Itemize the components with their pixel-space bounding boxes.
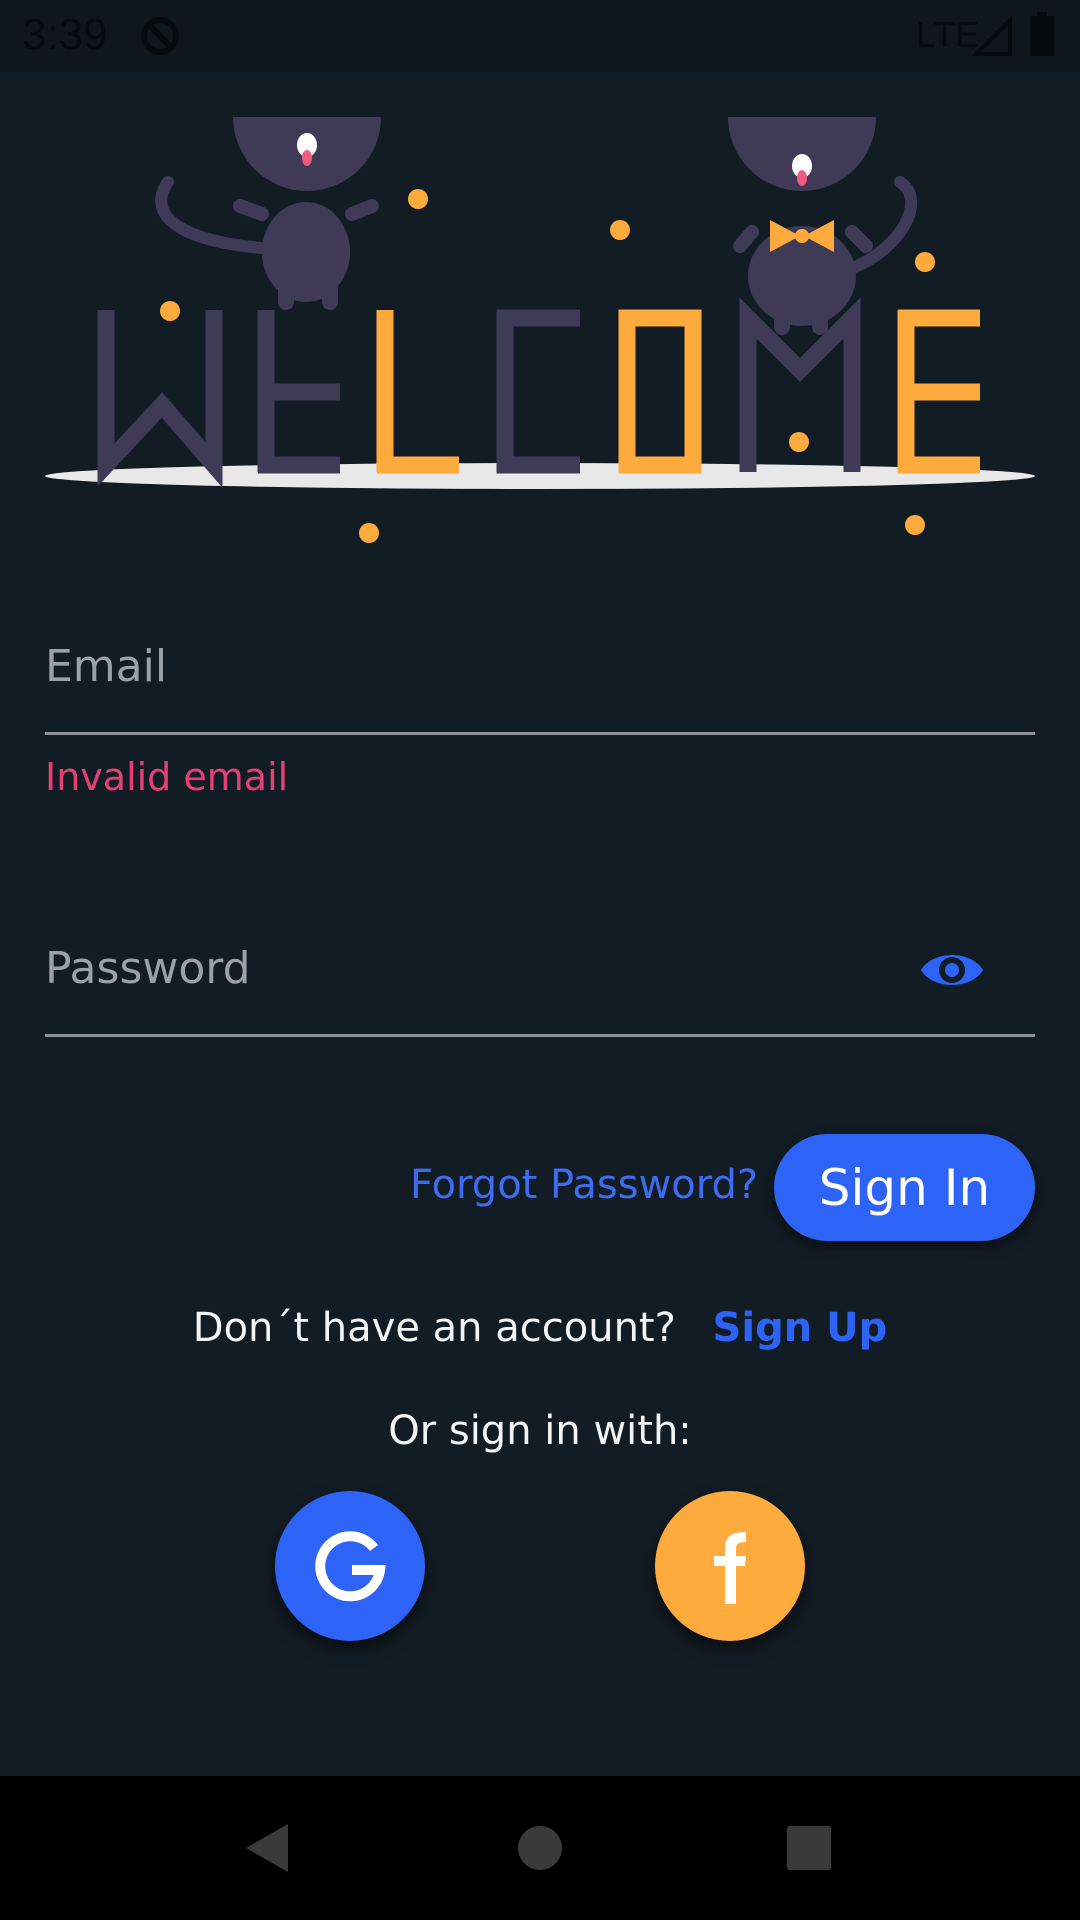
recents-icon[interactable]: [759, 1798, 859, 1898]
social-sign-in-label: Or sign in with:: [388, 1408, 692, 1454]
login-screen: 3:39 LTE Email Invalid email Forgot Pass…: [0, 0, 1080, 1920]
back-icon[interactable]: [218, 1798, 318, 1898]
email-error-message: Invalid email: [45, 755, 289, 799]
eye-icon[interactable]: [919, 942, 985, 998]
status-network: LTE: [916, 14, 980, 55]
google-sign-in-button[interactable]: [275, 1491, 425, 1641]
letter-e-dark: [257, 310, 340, 474]
password-input[interactable]: [45, 936, 925, 1000]
signal-icon: [972, 16, 1012, 56]
letter-o: [618, 309, 702, 474]
google-icon: [315, 1531, 386, 1602]
navigation-bar: [0, 1776, 1080, 1920]
sign-up-link[interactable]: Sign Up: [713, 1305, 888, 1351]
sign-in-button[interactable]: Sign In: [774, 1134, 1035, 1241]
forgot-password-link[interactable]: Forgot Password?: [410, 1162, 758, 1208]
password-field: [45, 924, 1035, 1037]
left-cat-figure: [155, 117, 381, 310]
right-cat-figure: [728, 117, 918, 335]
letter-w: [97, 310, 223, 488]
letter-e-orange: [897, 309, 980, 474]
facebook-sign-in-button[interactable]: [655, 1491, 805, 1641]
email-input[interactable]: [45, 634, 925, 698]
welcome-letters: [97, 297, 980, 488]
sync-icon: [141, 17, 179, 55]
letter-c: [496, 309, 580, 474]
facebook-icon: [714, 1532, 746, 1604]
battery-icon: [1030, 12, 1054, 56]
status-bar: 3:39 LTE: [0, 0, 1080, 72]
signup-prompt: Don´t have an account?: [192, 1305, 676, 1351]
email-field: [45, 622, 1035, 735]
status-time: 3:39: [22, 10, 108, 59]
letter-l: [376, 310, 459, 474]
welcome-illustration: [45, 117, 1035, 543]
home-icon[interactable]: [490, 1798, 590, 1898]
signup-row: Don´t have an account? Sign Up: [0, 1305, 1080, 1351]
